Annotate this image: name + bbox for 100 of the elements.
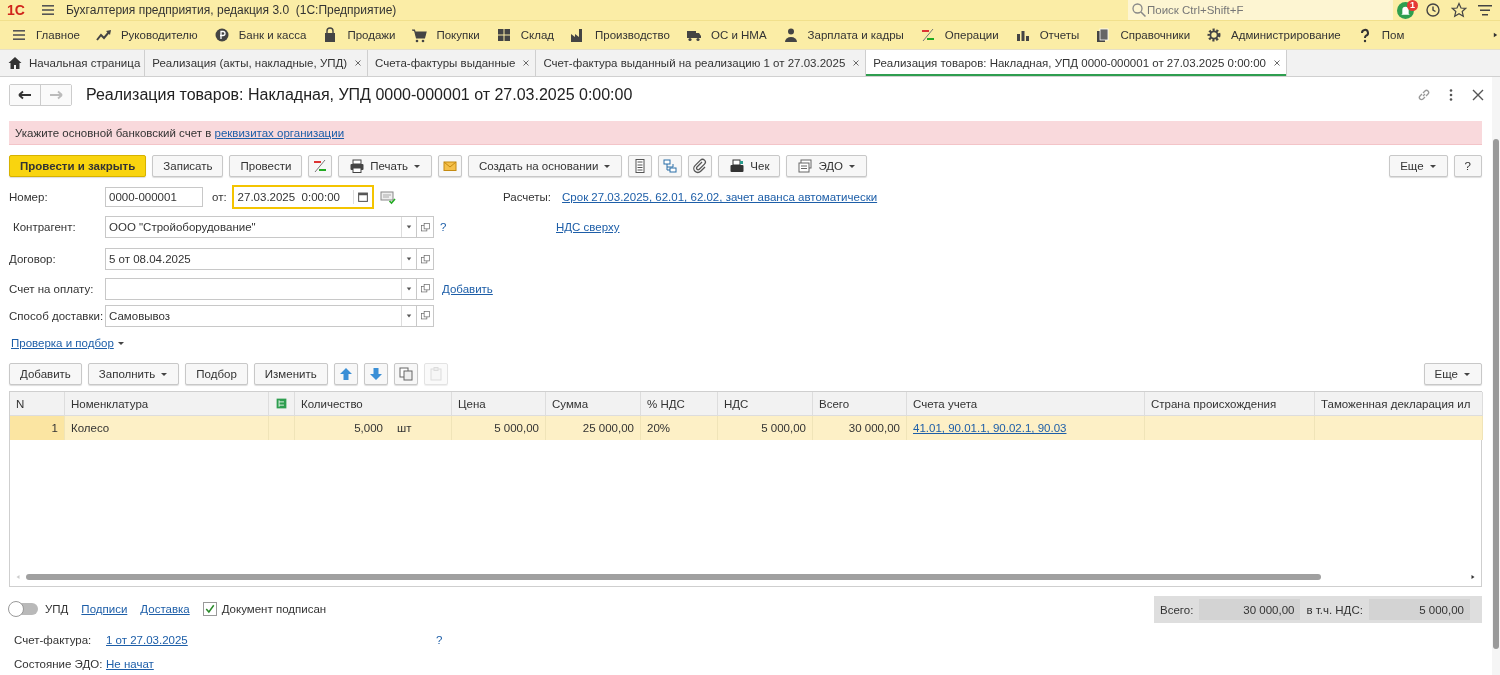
help-link[interactable]: ? [436, 634, 443, 646]
menu-button[interactable] [1477, 2, 1493, 18]
history-button[interactable] [1425, 2, 1441, 18]
toolbar-button[interactable]: Записать [152, 154, 224, 177]
spreadsheet-icon [275, 397, 288, 410]
column-header[interactable]: N [10, 392, 65, 416]
paperclip-button[interactable] [688, 154, 713, 177]
check-selection-link[interactable]: Проверка и подбор [11, 337, 125, 349]
main-menu-button[interactable] [40, 2, 56, 18]
open-button[interactable] [417, 304, 434, 327]
toolbar-button[interactable]: Чек [718, 154, 781, 177]
toolbar-button[interactable]: Еще [1423, 362, 1482, 385]
checkbox-label: Документ подписан [221, 602, 327, 615]
table-cell: Колесо [65, 416, 269, 440]
notifications-button[interactable]: 1 [1397, 0, 1417, 20]
post-close-button[interactable]: Провести и закрыть [9, 154, 147, 177]
select-field[interactable] [105, 277, 417, 300]
section-item[interactable]: Руководителю [95, 27, 198, 43]
open-button[interactable] [417, 248, 434, 270]
home-tab[interactable]: Начальная страница [0, 50, 146, 76]
organization-details-link[interactable]: реквизитах организации [214, 126, 345, 139]
section-item[interactable]: Администрирование [1206, 27, 1341, 43]
add-link[interactable]: Добавить [442, 282, 493, 295]
total-label: в т.ч. НДС: [1306, 603, 1363, 616]
upd-toggle[interactable] [9, 602, 38, 615]
toolbar-button[interactable]: Провести [229, 154, 303, 177]
section-item[interactable]: Главное [11, 27, 80, 43]
toolbar-button[interactable]: Добавить [9, 362, 82, 385]
tax-check-button[interactable] [379, 189, 396, 205]
invoice-link[interactable]: Не начат [106, 658, 426, 670]
column-header[interactable]: Цена [452, 392, 546, 416]
column-header[interactable]: НДС [718, 392, 813, 416]
section-item[interactable]: Продажи [322, 27, 396, 43]
open-button[interactable] [417, 277, 434, 300]
column-header[interactable]: Всего [813, 392, 907, 416]
toolbar-button[interactable]: Печать [338, 154, 433, 177]
total-label: Всего: [1160, 603, 1194, 616]
trend-icon [95, 27, 112, 43]
settlements-link[interactable]: Срок 27.03.2025, 62.01, 62.02, зачет аванса автоматически [562, 191, 878, 203]
column-header[interactable] [269, 392, 295, 416]
arrow-down-button[interactable] [363, 362, 388, 385]
tab[interactable]: Реализация (акты, накладные, УПД) [145, 50, 369, 76]
triangle-right-icon [1469, 573, 1477, 581]
toolbar-button[interactable]: Заполнить [87, 362, 180, 385]
date-field[interactable]: 27.03.2025 0:00:00 [231, 185, 374, 209]
section-item[interactable]: Покупки [411, 27, 480, 43]
tab[interactable]: Реализация товаров: Накладная, УПД 0000-000001 от 27.03.2025 0:00:00 [866, 50, 1287, 76]
arrow-up-button[interactable] [333, 362, 358, 385]
column-header[interactable]: Таможенная декларация ил [1315, 392, 1483, 416]
copy-button[interactable] [393, 362, 418, 385]
menu-icon [11, 27, 27, 43]
select-field[interactable]: ООО "Стройоборудование" [105, 216, 417, 238]
calculator-button[interactable] [628, 154, 653, 177]
open-button[interactable] [417, 216, 434, 238]
number-field[interactable]: 0000-000001 [105, 187, 203, 207]
section-item[interactable]: Зарплата и кадры [782, 27, 904, 43]
section-item[interactable]: Отчеты [1014, 27, 1080, 43]
section-item[interactable]: Пом [1356, 27, 1405, 43]
back-button[interactable] [10, 84, 40, 105]
field-label: Контрагент: [12, 221, 77, 233]
search-field[interactable]: Поиск Ctrl+Shift+F [1128, 0, 1393, 20]
toolbar-button[interactable]: ? [1453, 154, 1482, 177]
section-item[interactable]: Производство [570, 27, 670, 43]
envelope-button[interactable] [438, 154, 463, 177]
checkbox[interactable] [202, 601, 217, 616]
section-item[interactable]: Склад [495, 27, 554, 43]
footer-link[interactable]: Доставка [140, 602, 190, 615]
invoice-link[interactable]: 1 от 27.03.2025 [106, 634, 426, 646]
vat-link[interactable]: НДС сверху [556, 221, 620, 233]
column-header[interactable]: Сумма [546, 392, 641, 416]
accounts-link[interactable]: 41.01, 90.01.1, 90.02.1, 90.03 [913, 422, 1067, 434]
field-label: Договор: [9, 253, 57, 265]
help-link[interactable]: ? [440, 221, 447, 233]
close-icon [851, 58, 862, 68]
field-label: от: [212, 191, 227, 203]
triangle-left-icon [14, 573, 22, 581]
toolbar-button[interactable]: Еще [1389, 154, 1448, 177]
toolbar-button[interactable]: Создать на основании [468, 154, 623, 177]
column-header[interactable]: Номенклатура [65, 392, 269, 416]
structure-button[interactable] [658, 154, 683, 177]
section-item[interactable]: Операции [919, 27, 999, 43]
footer-link[interactable]: Подписи [81, 602, 128, 615]
column-header[interactable]: Количество [295, 392, 452, 416]
calendar-icon [355, 190, 370, 204]
ledger-button[interactable] [308, 154, 333, 177]
column-header[interactable]: Счета учета [907, 392, 1145, 416]
select-field[interactable]: 5 от 08.04.2025 [105, 248, 417, 270]
toolbar-button[interactable]: ЭДО [786, 154, 868, 177]
section-item[interactable]: Справочники [1095, 27, 1191, 43]
select-field[interactable]: Самовывоз [105, 304, 417, 327]
toolbar-button[interactable]: Изменить [253, 362, 328, 385]
scrollbar[interactable] [1492, 77, 1500, 675]
section-item[interactable]: Банк и касса [213, 27, 307, 43]
tab[interactable]: Счета-фактуры выданные [368, 50, 537, 76]
column-header[interactable]: Страна происхождения [1145, 392, 1315, 416]
favorites-button[interactable] [1451, 2, 1467, 18]
toolbar-button[interactable]: Подбор [185, 362, 248, 385]
column-header[interactable]: % НДС [641, 392, 718, 416]
section-item[interactable]: ОС и НМА [686, 27, 767, 43]
open-window-icon [419, 310, 431, 321]
